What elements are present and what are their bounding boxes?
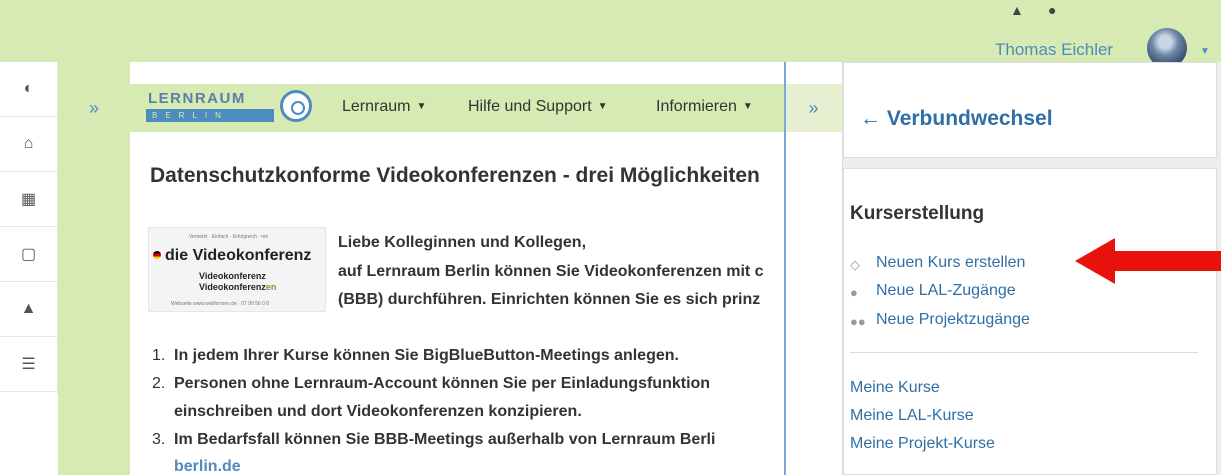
intro-greeting: Liebe Kolleginnen und Kollegen, — [338, 234, 587, 251]
logo-tagline: Vernetzt · Einfach · Erfolgreich · mit — [189, 234, 268, 240]
users-icon: ●● — [850, 314, 866, 329]
chevron-down-icon: ▼ — [742, 101, 753, 112]
list-item-continued: einschreiben und dort Videokonferenzen k… — [174, 403, 582, 420]
list-number: 3. — [152, 431, 166, 448]
logo-footer: Webseite www.webformen.de · 07 99 56 0 8 — [171, 301, 270, 307]
main-content: LERNRAUM BERLIN Lernraum ▼ Hilfe und Supp… — [130, 62, 842, 475]
logo-line3: Videokonferenzen — [199, 282, 276, 292]
course-icon: ◇ — [850, 257, 860, 272]
new-course-link[interactable]: ◇ Neuen Kurs erstellen — [850, 254, 1025, 272]
logo-subtext: BERLIN — [146, 109, 274, 122]
file-icon[interactable]: ▢ — [0, 227, 57, 282]
page-title: Datenschutzkonforme Videokonferenzen - d… — [150, 164, 760, 187]
list-item: 1. In jedem Ihrer Kurse können Sie BigBlu… — [152, 347, 679, 365]
logo-network-icon — [280, 90, 312, 122]
chevron-down-icon: ▼ — [597, 101, 608, 112]
divider — [850, 352, 1198, 353]
verbundwechsel-link[interactable]: ← Verbundwechsel — [860, 107, 1053, 131]
course-navbar: LERNRAUM BERLIN Lernraum ▼ Hilfe und Supp… — [130, 84, 842, 132]
menu-lernraum[interactable]: Lernraum ▼ — [342, 98, 426, 116]
left-nav: ◐ ⌂ ▦ ▢ ▲ ☰ — [0, 62, 58, 394]
top-navbar: ▲ ● Thomas Eichler ▼ — [0, 0, 1221, 68]
logo-line3a: Videokonferenz — [199, 282, 266, 292]
intro-line2: auf Lernraum Berlin können Sie Videokonf… — [338, 263, 764, 281]
new-lal-access-link[interactable]: ● Neue LAL-Zugänge — [850, 282, 1016, 300]
chat-icon[interactable]: ● — [1048, 2, 1066, 18]
chevron-down-icon[interactable]: ▼ — [1200, 46, 1210, 57]
logo-line3b: en — [265, 282, 277, 292]
dashboard-icon[interactable]: ◐ — [0, 62, 57, 117]
my-courses-link[interactable]: Meine Kurse — [850, 379, 940, 397]
flag-icon — [153, 251, 161, 259]
home-icon[interactable]: ⌂ — [0, 117, 57, 172]
collapse-blocks-button[interactable]: » — [58, 84, 130, 132]
logo-line2: Videokonferenz — [199, 271, 266, 281]
list-item: 3. Im Bedarfsfall können Sie BBB-Meetings… — [152, 431, 715, 449]
graduation-cap-icon[interactable]: ▲ — [0, 282, 57, 337]
logo-text: LERNRAUM — [148, 90, 246, 107]
new-course-label: Neuen Kurs erstellen — [876, 254, 1026, 271]
user-name[interactable]: Thomas Eichler — [995, 40, 1113, 60]
verbundwechsel-label: Verbundwechsel — [886, 107, 1053, 130]
logo-die: die — [165, 247, 189, 264]
menu-hilfe-support[interactable]: Hilfe und Support ▼ — [468, 98, 608, 116]
new-project-access-link[interactable]: ●● Neue Projektzugänge — [850, 311, 1030, 329]
calendar-icon[interactable]: ▦ — [0, 172, 57, 227]
list-text: In jedem Ihrer Kurse können Sie BigBlueB… — [174, 347, 679, 364]
list-icon[interactable]: ☰ — [0, 337, 57, 392]
new-project-access-label: Neue Projektzugänge — [876, 311, 1030, 328]
bell-icon[interactable]: ▲ — [1010, 2, 1024, 18]
my-lal-courses-link[interactable]: Meine LAL-Kurse — [850, 407, 974, 425]
list-text: Personen ohne Lernraum-Account können Si… — [174, 375, 711, 392]
block-title: Kurserstellung — [850, 203, 985, 224]
list-item: 2. Personen ohne Lernraum-Account können … — [152, 375, 710, 393]
my-project-courses-link[interactable]: Meine Projekt-Kurse — [850, 435, 995, 453]
verbundwechsel-card: ← Verbundwechsel — [843, 62, 1217, 158]
list-number: 2. — [152, 375, 166, 392]
new-lal-access-label: Neue LAL-Zugänge — [876, 282, 1016, 299]
intro-line2-text: auf Lernraum Berlin können Sie Videokonf… — [338, 263, 764, 280]
menu-informieren[interactable]: Informieren ▼ — [656, 98, 753, 116]
intro-line3: (BBB) durchführen. Einrichten können Sie… — [338, 291, 761, 308]
user-icon: ● — [850, 285, 858, 300]
logo-brand-name: Videokonferenz — [192, 247, 312, 264]
kurserstellung-block: Kurserstellung ◇ Neuen Kurs erstellen ● Ne… — [843, 168, 1217, 475]
chevron-down-icon: ▼ — [416, 101, 427, 112]
list-number: 1. — [152, 347, 166, 364]
logo-brand: die Videokonferenz — [153, 247, 311, 265]
red-pointer-arrow-icon — [1075, 238, 1221, 284]
expand-drawer-button[interactable]: » — [785, 84, 842, 132]
list-text: Im Bedarfsfall können Sie BBB-Meetings a… — [174, 431, 716, 448]
bbb-link[interactable]: berlin.de — [174, 458, 241, 475]
videokonferenz-logo: Vernetzt · Einfach · Erfolgreich · mit d… — [148, 227, 326, 312]
overlay-divider — [784, 62, 786, 475]
